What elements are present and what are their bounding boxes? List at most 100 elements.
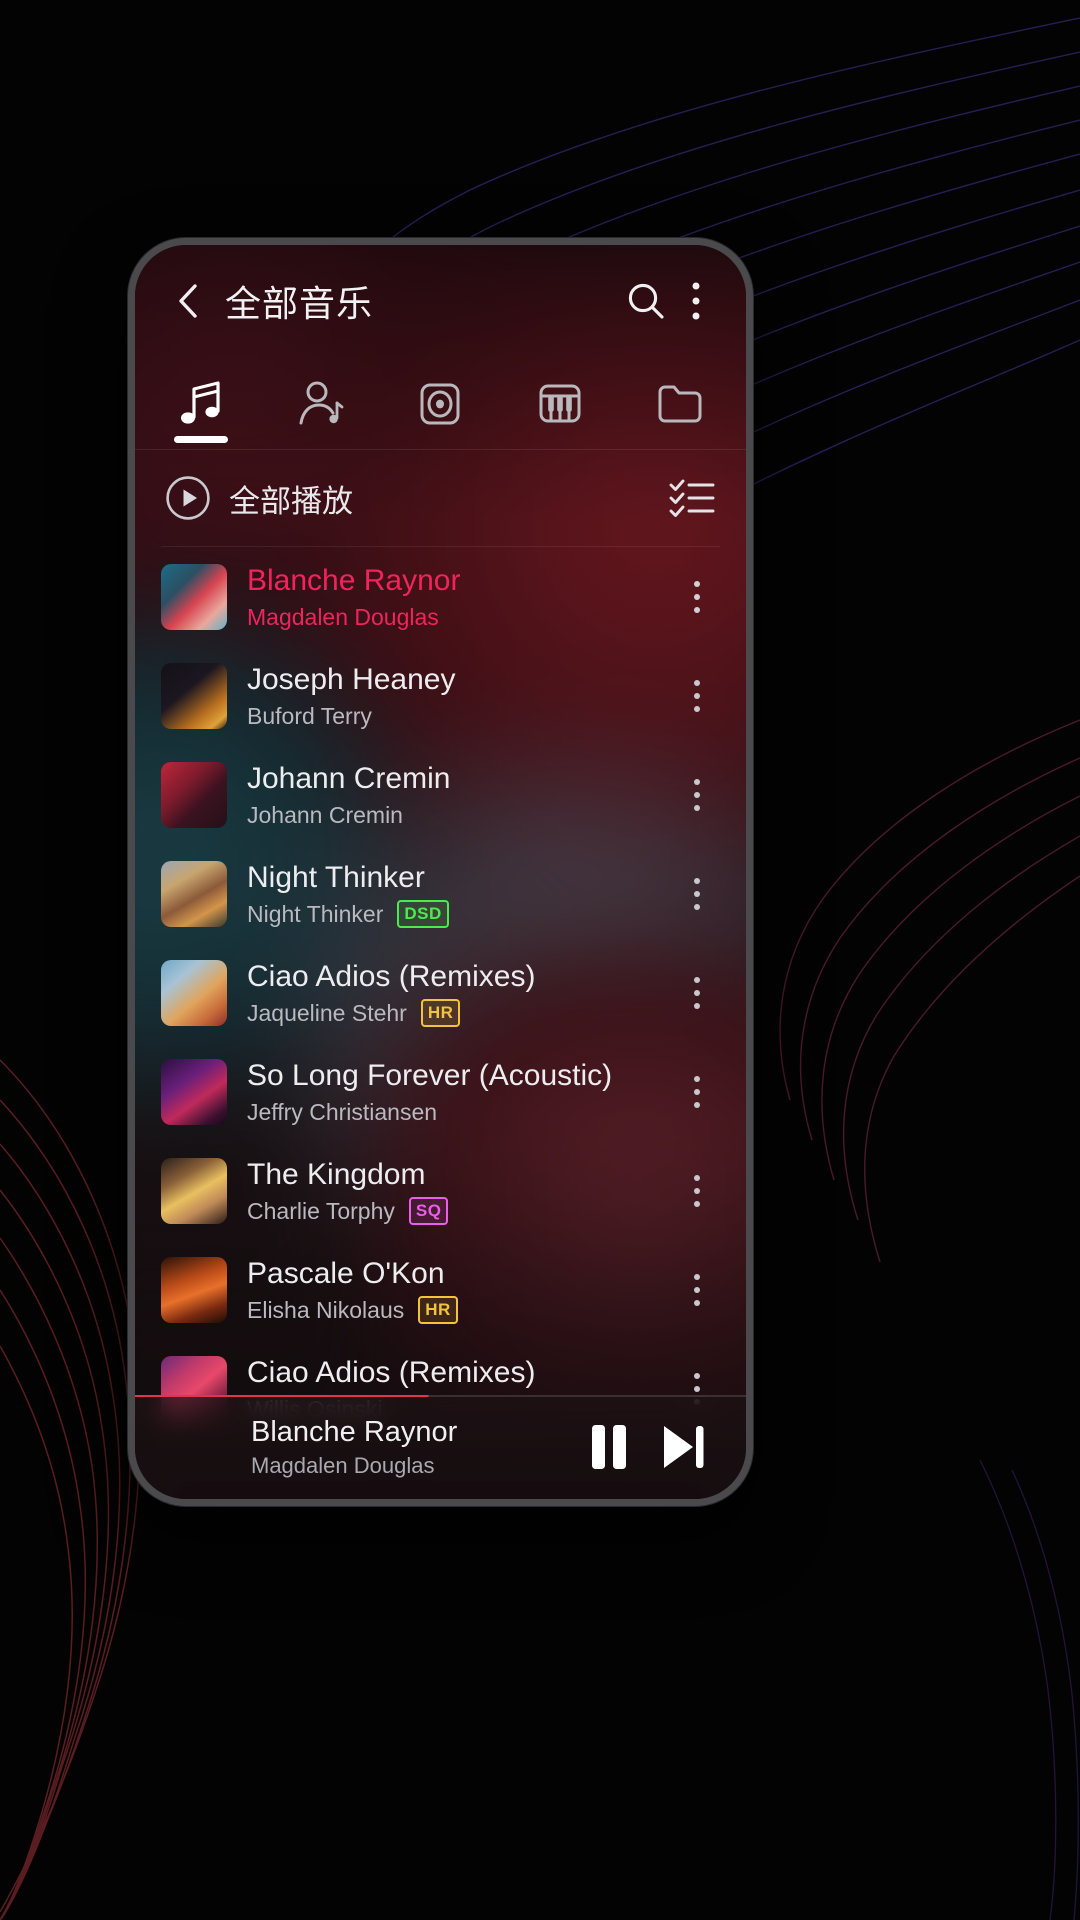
song-overflow-button[interactable]: [674, 561, 720, 633]
song-overflow-button[interactable]: [674, 1056, 720, 1128]
checklist-icon: [669, 479, 715, 517]
tab-albums[interactable]: [381, 357, 501, 449]
quality-badge: HR: [418, 1295, 458, 1324]
song-subtitle-line: Jaqueline Stehr HR: [247, 998, 674, 1027]
song-row[interactable]: The Kingdom Charlie Torphy SQ: [135, 1141, 746, 1240]
artist-person-icon: [299, 381, 344, 425]
screenshot-canvas: 全部音乐 全部播放 Blanche Raynor Magdalen Dougla…: [0, 0, 1080, 1920]
kebab-menu-icon: [694, 1273, 700, 1306]
song-artist: Charlie Torphy: [247, 1197, 395, 1224]
song-title: Ciao Adios (Remixes): [247, 959, 536, 993]
song-artwork: [161, 860, 227, 927]
song-overflow-button[interactable]: [674, 858, 720, 930]
song-title: Joseph Heaney: [247, 662, 456, 696]
quality-badge: SQ: [408, 1196, 449, 1225]
category-tab-bar: [135, 357, 746, 449]
phone-screen: 全部音乐 全部播放 Blanche Raynor Magdalen Dougla…: [135, 245, 746, 1499]
piano-keys-icon: [539, 384, 581, 423]
kebab-menu-icon: [692, 282, 700, 320]
song-artwork: [161, 761, 227, 828]
song-overflow-button[interactable]: [674, 660, 720, 732]
back-button[interactable]: [161, 274, 215, 328]
pause-icon: [592, 1425, 626, 1469]
quality-badge: DSD: [397, 899, 449, 928]
song-artwork-image: [161, 1256, 227, 1323]
song-subtitle-line: Magdalen Douglas: [247, 603, 674, 631]
song-title: Johann Cremin: [247, 761, 451, 795]
song-overflow-button[interactable]: [674, 759, 720, 831]
app-header: 全部音乐: [135, 245, 746, 357]
phone-frame: 全部音乐 全部播放 Blanche Raynor Magdalen Dougla…: [128, 238, 753, 1506]
song-artwork: [161, 1058, 227, 1125]
song-artwork: [161, 1256, 227, 1323]
search-button[interactable]: [618, 273, 674, 329]
song-title: The Kingdom: [247, 1157, 426, 1191]
song-list: Blanche Raynor Magdalen Douglas Joseph Hea…: [135, 547, 746, 1438]
song-artist: Elisha Nikolaus: [247, 1296, 405, 1323]
song-artist: Johann Cremin: [247, 801, 403, 828]
song-row[interactable]: So Long Forever (Acoustic) Jeffry Christi…: [135, 1042, 746, 1141]
mini-player[interactable]: Blanche Raynor Magdalen Douglas: [135, 1395, 746, 1499]
song-row[interactable]: Blanche Raynor Magdalen Douglas: [135, 547, 746, 646]
kebab-menu-icon: [694, 580, 700, 613]
song-artwork-image: [161, 959, 227, 1026]
song-row[interactable]: Pascale O'Kon Elisha Nikolaus HR: [135, 1240, 746, 1339]
song-artist: Jeffry Christiansen: [247, 1098, 438, 1125]
song-row[interactable]: Johann Cremin Johann Cremin: [135, 745, 746, 844]
song-artwork-image: [161, 662, 227, 729]
song-overflow-button[interactable]: [674, 1155, 720, 1227]
overflow-menu-button[interactable]: [674, 273, 718, 329]
song-row[interactable]: Ciao Adios (Remixes) Jaqueline Stehr HR: [135, 943, 746, 1042]
song-row[interactable]: Night Thinker Night Thinker DSD: [135, 844, 746, 943]
song-artwork: [161, 959, 227, 1026]
song-artwork-image: [161, 1157, 227, 1224]
tab-genres[interactable]: [500, 357, 620, 449]
song-meta: Blanche Raynor Magdalen Douglas: [247, 563, 674, 631]
play-circle-icon: [166, 476, 210, 520]
song-artist: Night Thinker: [247, 900, 384, 927]
tab-songs[interactable]: [141, 357, 261, 449]
skip-next-icon: [664, 1426, 704, 1468]
kebab-menu-icon: [694, 976, 700, 1009]
song-row[interactable]: Joseph Heaney Buford Terry: [135, 646, 746, 745]
song-artwork-image: [161, 860, 227, 927]
song-meta: So Long Forever (Acoustic) Jeffry Christi…: [247, 1058, 674, 1126]
song-overflow-button[interactable]: [674, 957, 720, 1029]
song-meta: Ciao Adios (Remixes) Jaqueline Stehr HR: [247, 959, 674, 1027]
page-title: 全部音乐: [225, 283, 374, 324]
song-overflow-button[interactable]: [674, 1254, 720, 1326]
quality-badge: HR: [420, 998, 461, 1027]
song-title: Blanche Raynor: [247, 563, 461, 597]
song-subtitle-line: Night Thinker DSD: [247, 899, 674, 928]
next-track-button[interactable]: [646, 1410, 720, 1484]
active-tab-indicator: [173, 436, 228, 443]
mini-player-title: Blanche Raynor: [251, 1416, 458, 1448]
song-artwork-image: [161, 761, 227, 828]
song-title: Ciao Adios (Remixes): [247, 1355, 536, 1389]
song-artwork-image: [161, 1058, 227, 1125]
kebab-menu-icon: [694, 679, 700, 712]
song-meta: Night Thinker Night Thinker DSD: [247, 860, 674, 928]
song-subtitle-line: Elisha Nikolaus HR: [247, 1295, 674, 1324]
mini-player-artwork[interactable]: [157, 1411, 229, 1483]
kebab-menu-icon: [694, 1174, 700, 1207]
kebab-menu-icon: [694, 877, 700, 910]
song-meta: Pascale O'Kon Elisha Nikolaus HR: [247, 1256, 674, 1324]
play-all-row[interactable]: 全部播放: [135, 450, 746, 546]
song-title: So Long Forever (Acoustic): [247, 1058, 613, 1092]
multiselect-button[interactable]: [666, 472, 718, 524]
tab-folders[interactable]: [620, 357, 740, 449]
pause-button[interactable]: [572, 1410, 646, 1484]
mini-player-artist: Magdalen Douglas: [251, 1453, 435, 1478]
kebab-menu-icon: [694, 778, 700, 811]
song-subtitle-line: Johann Cremin: [247, 801, 674, 829]
tab-artists[interactable]: [261, 357, 381, 449]
song-artist: Magdalen Douglas: [247, 603, 439, 630]
kebab-menu-icon: [694, 1075, 700, 1108]
song-meta: Johann Cremin Johann Cremin: [247, 761, 674, 829]
song-meta: The Kingdom Charlie Torphy SQ: [247, 1157, 674, 1225]
song-meta: Joseph Heaney Buford Terry: [247, 662, 674, 730]
song-subtitle-line: Charlie Torphy SQ: [247, 1196, 674, 1225]
song-artist: Jaqueline Stehr: [247, 999, 407, 1026]
song-subtitle-line: Jeffry Christiansen: [247, 1098, 674, 1126]
